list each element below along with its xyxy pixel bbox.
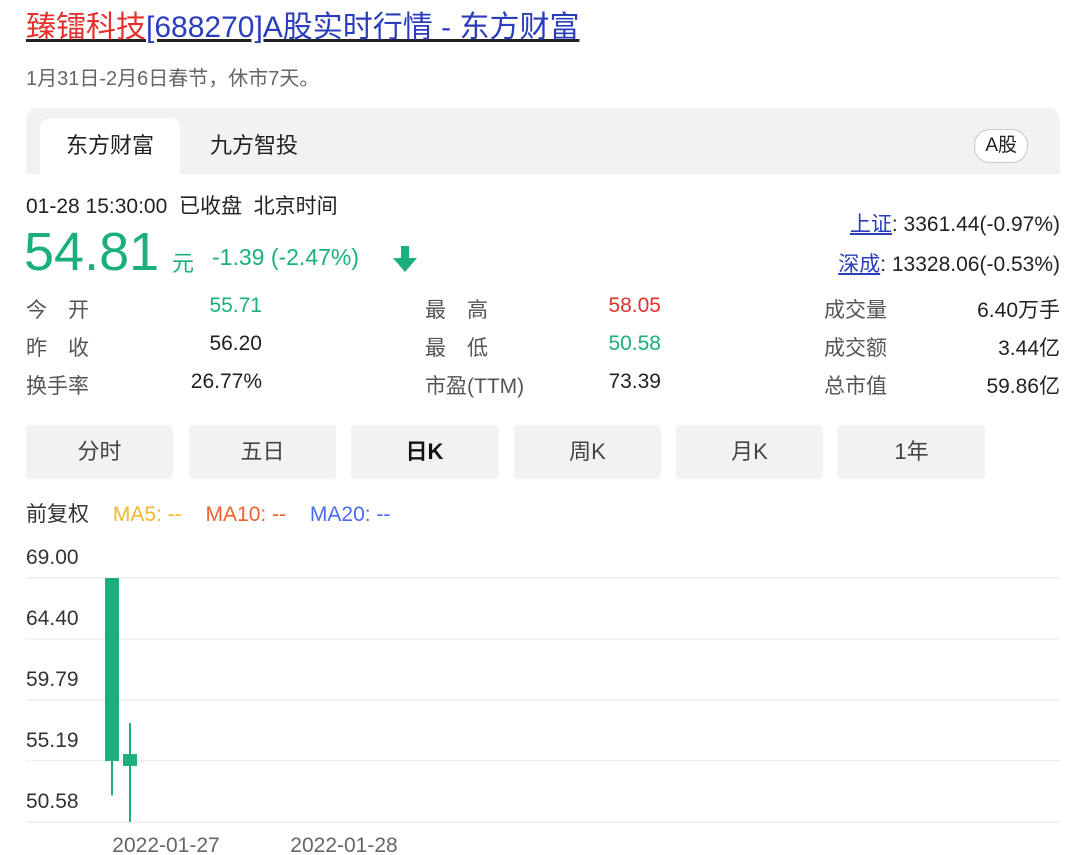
page-title-link[interactable]: 臻镭科技[688270]A股实时行情 - 东方财富 <box>26 8 579 48</box>
stat-low-label: 最 低 <box>425 337 488 360</box>
stat-turnover-label: 换手率 <box>26 375 89 398</box>
quote-time-line: 01-28 15:30:00 已收盘 北京时间 <box>26 190 338 220</box>
stat-pe-label: 市盈(TTM) <box>425 375 525 398</box>
chart-legend: 前复权 MA5: -- MA10: -- MA20: -- <box>26 498 408 528</box>
stat-pe-value: 73.39 <box>608 370 661 393</box>
stat-market-cap-value: 59.86亿 <box>986 375 1060 398</box>
y-tick-label: 64.40 <box>26 607 79 630</box>
index-shanghai: 上证: 3361.44(-0.97%) <box>850 208 1060 238</box>
market-status: 已收盘 <box>178 195 242 218</box>
price-change: -1.39 (-2.47%) <box>212 244 360 270</box>
current-price: 54.81 <box>24 222 160 282</box>
holiday-notice: 1月31日-2月6日春节，休市7天。 <box>26 68 320 90</box>
period-button-weekly-k[interactable]: 周K <box>514 425 661 479</box>
stat-high-label: 最 高 <box>425 299 488 322</box>
stat-amount-label: 成交额 <box>824 337 887 360</box>
stat-prev-close-label: 昨 收 <box>26 337 89 360</box>
adjust-mode-label[interactable]: 前复权 <box>26 503 89 526</box>
period-button-monthly-k[interactable]: 月K <box>676 425 823 479</box>
candlestick-chart[interactable]: 69.00 64.40 59.79 55.19 50.58 2022-01-27 2022-… <box>0 540 1080 855</box>
candle-body[interactable] <box>123 754 137 766</box>
x-tick-label: 2022-01-27 <box>112 834 219 855</box>
legend-ma20: MA20: -- <box>309 503 391 526</box>
title-suffix: [688270]A股实时行情 - 东方财富 <box>146 11 580 44</box>
legend-ma10: MA10: -- <box>205 503 287 526</box>
stat-low-value: 50.58 <box>608 332 661 355</box>
stat-volume-label: 成交量 <box>824 299 887 322</box>
quote-datetime: 01-28 15:30:00 <box>26 195 168 218</box>
index-shanghai-link[interactable]: 上证 <box>850 213 892 236</box>
y-tick-label: 59.79 <box>26 668 79 691</box>
stat-open-value: 55.71 <box>209 294 262 317</box>
y-tick-label: 55.19 <box>26 729 79 752</box>
stat-amount-value: 3.44亿 <box>998 337 1060 360</box>
down-arrow-icon <box>393 246 417 272</box>
timezone-label: 北京时间 <box>253 195 338 218</box>
y-tick-label: 50.58 <box>26 790 79 813</box>
period-button-intraday[interactable]: 分时 <box>26 425 173 479</box>
stat-high-value: 58.05 <box>608 294 661 317</box>
period-button-five-day[interactable]: 五日 <box>189 425 336 479</box>
index-shanghai-value: : 3361.44(-0.97%) <box>891 213 1060 236</box>
stat-prev-close-value: 56.20 <box>209 332 262 355</box>
tab-eastmoney[interactable]: 东方财富 <box>40 118 180 174</box>
market-badge[interactable]: A股 <box>974 129 1028 163</box>
legend-ma5: MA5: -- <box>112 503 182 526</box>
period-button-one-year[interactable]: 1年 <box>838 425 985 479</box>
stat-open-label: 今 开 <box>26 299 89 322</box>
stat-volume-value: 6.40万手 <box>977 299 1060 322</box>
source-tabbar: 东方财富 九方智投 A股 <box>26 108 1060 174</box>
stat-turnover-value: 26.77% <box>190 370 262 393</box>
period-button-daily-k[interactable]: 日K <box>351 425 498 479</box>
tab-jiufang[interactable]: 九方智投 <box>194 118 314 174</box>
x-tick-label: 2022-01-28 <box>290 834 397 855</box>
index-shenzhen: 深成: 13328.06(-0.53%) <box>838 248 1060 278</box>
stock-name: 臻镭科技 <box>26 11 146 44</box>
index-shenzhen-link[interactable]: 深成 <box>838 253 880 276</box>
y-tick-label: 69.00 <box>26 546 79 569</box>
candle-body[interactable] <box>105 578 119 761</box>
price-unit: 元 <box>172 251 195 276</box>
stat-market-cap-label: 总市值 <box>824 375 887 398</box>
index-shenzhen-value: : 13328.06(-0.53%) <box>880 253 1060 276</box>
